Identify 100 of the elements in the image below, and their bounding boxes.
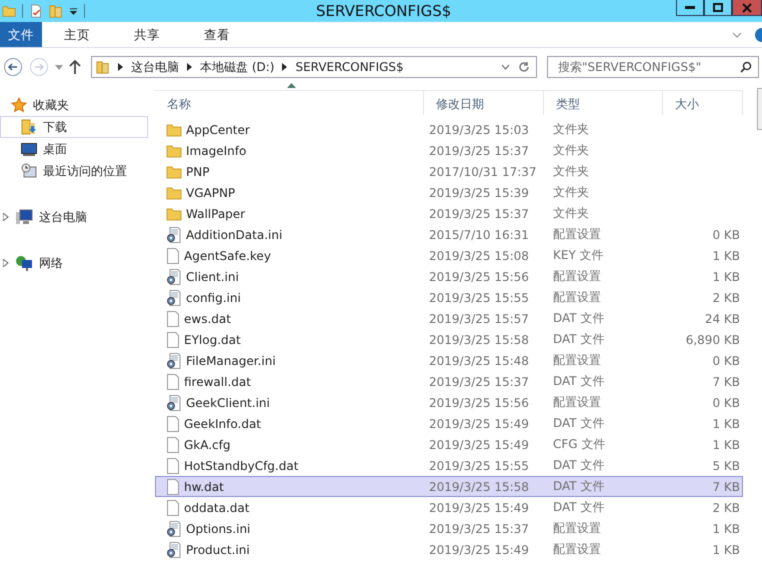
minimize-button[interactable] — [676, 0, 704, 16]
file-row[interactable]: GeekClient.ini 2019/3/25 15:56 配置设置 0 KB — [155, 392, 743, 413]
file-row[interactable]: HotStandbyCfg.dat 2019/3/25 15:55 DAT 文件 5 KB — [155, 455, 743, 476]
minimize-icon — [685, 6, 695, 9]
document-check-icon[interactable] — [29, 3, 43, 19]
chevron-right-icon[interactable] — [187, 63, 192, 71]
file-row[interactable]: GkA.cfg 2019/3/25 15:49 CFG 文件 1 KB — [155, 434, 743, 455]
file-row[interactable]: PNP 2017/10/31 17:37 文件夹 — [155, 161, 743, 182]
ribbon-tab[interactable]: 查看 — [182, 22, 252, 47]
column-header[interactable]: 大小 — [663, 91, 743, 115]
sidebar-item[interactable]: 下载 — [0, 116, 148, 138]
file-icon — [166, 332, 180, 348]
breadcrumb[interactable]: 这台电脑 — [131, 58, 179, 76]
file-name: Client.ini — [186, 270, 239, 284]
file-row[interactable]: FileManager.ini 2019/3/25 15:48 配置设置 0 KB — [155, 350, 743, 371]
file-name: firewall.dat — [184, 374, 251, 388]
file-size: 0 KB — [712, 354, 740, 368]
settings-file-icon — [166, 352, 182, 368]
file-name: hw.dat — [184, 480, 224, 494]
column-header[interactable]: 修改日期 — [424, 91, 544, 115]
file-row[interactable]: GeekInfo.dat 2019/3/25 15:49 DAT 文件 1 KB — [155, 413, 743, 434]
file-row[interactable]: VGAPNP 2019/3/25 15:39 文件夹 — [155, 182, 743, 203]
sidebar-item[interactable]: 这台电脑 — [0, 206, 152, 228]
file-date: 2019/3/25 15:55 — [428, 290, 530, 304]
file-type: DAT 文件 — [553, 310, 606, 327]
sidebar-item[interactable]: 网络 — [0, 252, 152, 274]
file-type: 配置设置 — [553, 520, 602, 537]
file-icon — [166, 500, 180, 516]
file-size: 2 KB — [712, 290, 740, 304]
file-date: 2019/3/25 15:56 — [428, 270, 530, 284]
folder-icon — [166, 122, 182, 136]
file-name: GkA.cfg — [184, 438, 230, 452]
breadcrumb[interactable]: SERVERCONFIGS$ — [295, 60, 404, 74]
file-row[interactable]: firewall.dat 2019/3/25 15:37 DAT 文件 7 KB — [155, 371, 743, 392]
folder-icon — [166, 144, 182, 158]
chevron-down-icon[interactable] — [501, 64, 510, 70]
file-name: FileManager.ini — [186, 354, 276, 368]
file-date: 2019/3/25 15:08 — [428, 248, 530, 262]
file-name: EYlog.dat — [184, 332, 241, 346]
refresh-icon[interactable] — [518, 61, 530, 73]
file-row[interactable]: EYlog.dat 2019/3/25 15:58 DAT 文件 6,890 KB — [155, 329, 743, 350]
dropdown-icon[interactable] — [69, 6, 78, 16]
file-icon — [166, 374, 180, 390]
close-button[interactable] — [732, 0, 762, 16]
maximize-button[interactable] — [704, 0, 732, 16]
file-icon — [166, 416, 180, 432]
file-type: DAT 文件 — [553, 478, 606, 495]
file-type: KEY 文件 — [553, 247, 605, 264]
file-row[interactable]: hw.dat 2019/3/25 15:58 DAT 文件 7 KB — [155, 476, 743, 497]
ribbon-tab[interactable]: 共享 — [112, 22, 182, 47]
sidebar-item[interactable]: 收藏夹 — [0, 94, 152, 116]
file-name: GeekClient.ini — [186, 396, 270, 410]
file-row[interactable]: Client.ini 2019/3/25 15:56 配置设置 1 KB — [155, 266, 743, 287]
file-name: config.ini — [186, 290, 241, 304]
file-row[interactable]: AgentSafe.key 2019/3/25 15:08 KEY 文件 1 KB — [155, 245, 743, 266]
address-bar[interactable]: 这台电脑 本地磁盘 (D:) SERVERCONFIGS$ — [91, 56, 537, 78]
file-row[interactable]: AppCenter 2019/3/25 15:03 文件夹 — [155, 119, 743, 140]
expand-arrow-icon[interactable] — [3, 213, 9, 221]
chevron-right-icon[interactable] — [118, 63, 123, 71]
column-header[interactable]: 名称 — [155, 91, 424, 115]
file-date: 2019/3/25 15:37 — [428, 144, 530, 158]
file-row[interactable]: ImageInfo 2019/3/25 15:37 文件夹 — [155, 140, 743, 161]
file-size: 2 KB — [712, 500, 740, 514]
file-row[interactable]: Product.ini 2019/3/25 15:49 配置设置 1 KB — [155, 539, 743, 560]
file-size: 1 KB — [712, 416, 740, 430]
file-row[interactable]: ews.dat 2019/3/25 15:57 DAT 文件 24 KB — [155, 308, 743, 329]
file-row[interactable]: Options.ini 2019/3/25 15:37 配置设置 1 KB — [155, 518, 743, 539]
maximize-icon — [713, 3, 723, 12]
file-size: 24 KB — [704, 312, 740, 326]
file-date: 2019/3/25 15:37 — [428, 374, 530, 388]
chevron-right-icon[interactable] — [282, 63, 288, 71]
expand-arrow-icon[interactable] — [3, 259, 9, 267]
file-date: 2019/3/25 15:58 — [428, 332, 530, 346]
file-row[interactable]: WallPaper 2019/3/25 15:37 文件夹 — [155, 203, 743, 224]
file-type: 文件夹 — [553, 163, 590, 180]
settings-file-icon — [166, 268, 182, 284]
settings-file-icon — [166, 226, 182, 242]
file-row[interactable]: oddata.dat 2019/3/25 15:49 DAT 文件 2 KB — [155, 497, 743, 518]
settings-file-icon — [166, 394, 182, 410]
file-size: 0 KB — [712, 228, 740, 242]
chevron-down-icon[interactable] — [732, 32, 742, 38]
file-date: 2019/3/25 15:49 — [428, 438, 530, 452]
scrollbar[interactable] — [757, 88, 762, 130]
breadcrumb[interactable]: 本地磁盘 (D:) — [200, 58, 274, 76]
ribbon-tab[interactable]: 文件 — [0, 22, 42, 47]
ribbon-tab[interactable]: 主页 — [42, 22, 112, 47]
sidebar-item[interactable]: 桌面 — [0, 138, 152, 160]
file-name: HotStandbyCfg.dat — [184, 458, 298, 472]
sort-arrow-icon — [287, 83, 296, 88]
up-arrow-icon[interactable] — [69, 60, 81, 74]
file-row[interactable]: config.ini 2019/3/25 15:55 配置设置 2 KB — [155, 287, 743, 308]
search-field[interactable]: 搜索"SERVERCONFIGS$" — [547, 56, 759, 78]
settings-file-icon — [166, 520, 182, 536]
file-row[interactable]: AdditionData.ini 2015/7/10 16:31 配置设置 0 KB — [155, 224, 743, 245]
back-icon[interactable] — [3, 57, 23, 77]
file-date: 2019/3/25 15:57 — [428, 312, 530, 326]
sidebar-item[interactable]: 最近访问的位置 — [0, 160, 152, 182]
file-size: 6,890 KB — [686, 332, 740, 346]
close-icon — [742, 2, 752, 12]
column-header[interactable]: 类型 — [544, 91, 663, 115]
